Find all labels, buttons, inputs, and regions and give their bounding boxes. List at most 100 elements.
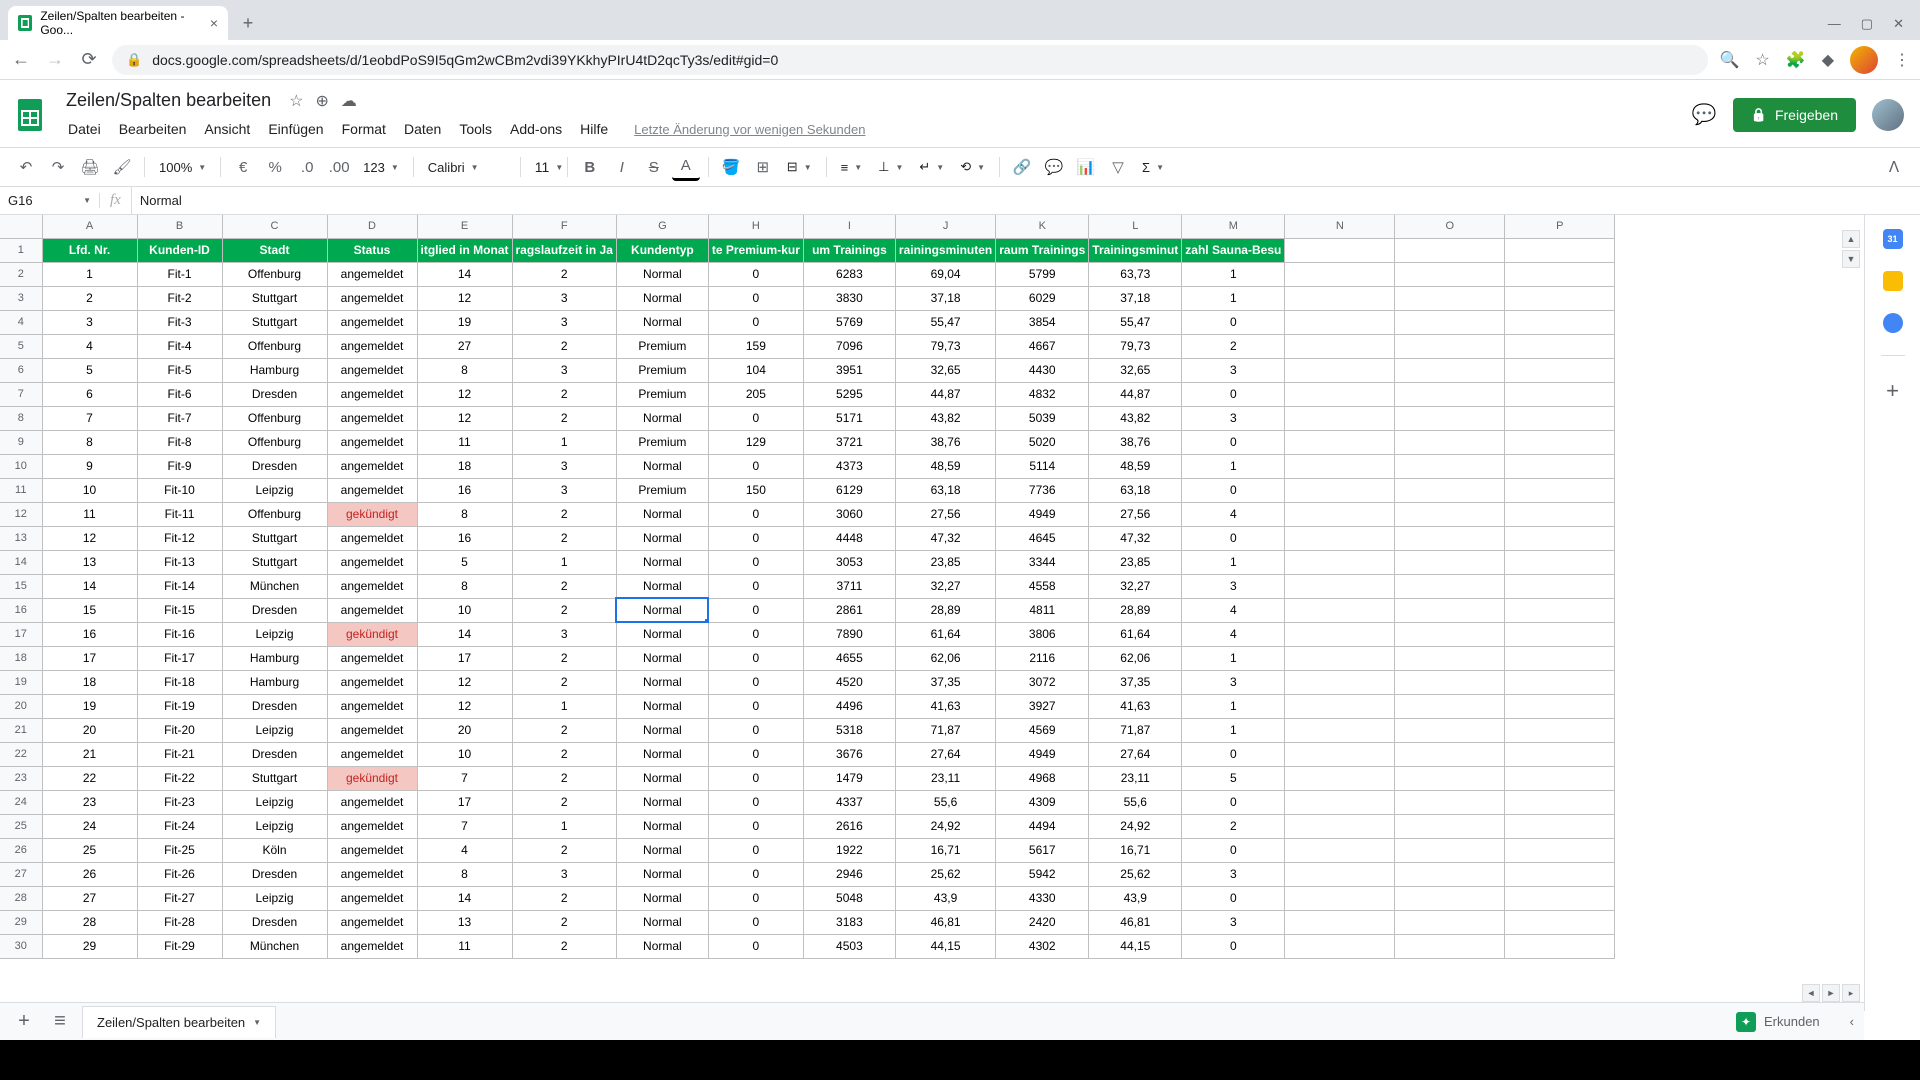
cell[interactable]: 3 [1182, 358, 1285, 382]
text-wrap-button[interactable]: ↵ [913, 159, 950, 175]
menu-einfügen[interactable]: Einfügen [260, 117, 331, 141]
close-window-icon[interactable]: ✕ [1893, 16, 1904, 32]
cell[interactable]: Dresden [222, 382, 327, 406]
row-header[interactable]: 19 [0, 670, 42, 694]
cell[interactable]: Fit-8 [137, 430, 222, 454]
cell[interactable]: 3 [1182, 574, 1285, 598]
cell[interactable] [1285, 238, 1395, 262]
cell[interactable] [1505, 406, 1615, 430]
cell[interactable]: 23,85 [1089, 550, 1182, 574]
cell[interactable]: gekündigt [327, 766, 417, 790]
cell[interactable] [1285, 358, 1395, 382]
cell[interactable]: Stuttgart [222, 526, 327, 550]
cell[interactable]: angemeldet [327, 310, 417, 334]
cell[interactable] [1285, 310, 1395, 334]
cell[interactable] [1505, 478, 1615, 502]
cell[interactable]: 4337 [803, 790, 895, 814]
cell[interactable]: 26 [42, 862, 137, 886]
cell[interactable]: 1 [42, 262, 137, 286]
cell[interactable] [1285, 838, 1395, 862]
cell[interactable]: Normal [616, 838, 708, 862]
cell[interactable]: angemeldet [327, 454, 417, 478]
cell[interactable]: 28,89 [895, 598, 995, 622]
menu-tools[interactable]: Tools [451, 117, 500, 141]
cell[interactable] [1285, 742, 1395, 766]
cell[interactable]: 4330 [996, 886, 1089, 910]
cell[interactable] [1505, 910, 1615, 934]
cell[interactable]: 3830 [803, 286, 895, 310]
cell[interactable]: Offenburg [222, 334, 327, 358]
cell[interactable]: Normal [616, 286, 708, 310]
cell[interactable] [1285, 526, 1395, 550]
cell[interactable]: 2616 [803, 814, 895, 838]
cell[interactable]: Normal [616, 694, 708, 718]
cell[interactable]: angemeldet [327, 478, 417, 502]
cell[interactable] [1285, 574, 1395, 598]
cell[interactable]: 7096 [803, 334, 895, 358]
cell[interactable]: gekündigt [327, 502, 417, 526]
cell[interactable]: 1 [1182, 262, 1285, 286]
insert-comment-button[interactable]: 💬 [1040, 153, 1068, 181]
cell[interactable]: 46,81 [895, 910, 995, 934]
row-header[interactable]: 21 [0, 718, 42, 742]
cell[interactable]: 11 [417, 430, 512, 454]
cell[interactable]: 43,82 [1089, 406, 1182, 430]
cell[interactable]: zahl Sauna-Besu [1182, 238, 1285, 262]
column-header[interactable]: L [1089, 215, 1182, 238]
cell[interactable] [1395, 862, 1505, 886]
cell[interactable]: 7736 [996, 478, 1089, 502]
zoom-icon[interactable]: 🔍 [1720, 50, 1740, 70]
cell[interactable] [1395, 526, 1505, 550]
print-button[interactable]: 🖨 [76, 153, 104, 181]
cell[interactable]: 2 [512, 934, 616, 958]
cell[interactable]: Premium [616, 334, 708, 358]
cell[interactable]: Fit-2 [137, 286, 222, 310]
column-header[interactable]: J [895, 215, 995, 238]
cell[interactable]: angemeldet [327, 262, 417, 286]
cell[interactable]: 3 [1182, 910, 1285, 934]
row-header[interactable]: 11 [0, 478, 42, 502]
paint-format-button[interactable]: 🖌 [108, 153, 136, 181]
cell[interactable]: 4496 [803, 694, 895, 718]
column-header[interactable]: F [512, 215, 616, 238]
cell[interactable]: 27 [417, 334, 512, 358]
cell[interactable]: 0 [708, 766, 803, 790]
cell[interactable]: Fit-13 [137, 550, 222, 574]
cell[interactable]: angemeldet [327, 358, 417, 382]
cell[interactable]: 17 [417, 646, 512, 670]
cell[interactable]: 27,64 [895, 742, 995, 766]
cell[interactable] [1395, 598, 1505, 622]
cell[interactable]: 0 [1182, 838, 1285, 862]
cell[interactable]: Offenburg [222, 430, 327, 454]
cell[interactable]: 0 [708, 814, 803, 838]
cell[interactable]: 27,56 [1089, 502, 1182, 526]
cell[interactable] [1505, 718, 1615, 742]
cell[interactable] [1395, 622, 1505, 646]
cell[interactable]: angemeldet [327, 550, 417, 574]
cell[interactable]: 0 [1182, 382, 1285, 406]
cell[interactable]: 4558 [996, 574, 1089, 598]
cell[interactable]: Leipzig [222, 814, 327, 838]
cell[interactable]: 3 [512, 286, 616, 310]
extensions-icon[interactable]: 🧩 [1786, 50, 1806, 70]
cell[interactable] [1395, 310, 1505, 334]
cell[interactable] [1395, 430, 1505, 454]
cell[interactable]: 4503 [803, 934, 895, 958]
cell[interactable]: 3060 [803, 502, 895, 526]
row-header[interactable]: 12 [0, 502, 42, 526]
cell[interactable]: Dresden [222, 694, 327, 718]
cell[interactable]: 4448 [803, 526, 895, 550]
cell[interactable] [1395, 694, 1505, 718]
cell[interactable]: 0 [708, 646, 803, 670]
cell[interactable]: Fit-9 [137, 454, 222, 478]
cell[interactable]: 48,59 [895, 454, 995, 478]
cell[interactable]: 47,32 [895, 526, 995, 550]
cell[interactable]: München [222, 934, 327, 958]
row-header[interactable]: 13 [0, 526, 42, 550]
cell[interactable]: 3344 [996, 550, 1089, 574]
cell[interactable]: angemeldet [327, 286, 417, 310]
cell[interactable]: 3676 [803, 742, 895, 766]
cell[interactable]: 0 [1182, 310, 1285, 334]
cell[interactable] [1505, 886, 1615, 910]
cell[interactable] [1505, 526, 1615, 550]
